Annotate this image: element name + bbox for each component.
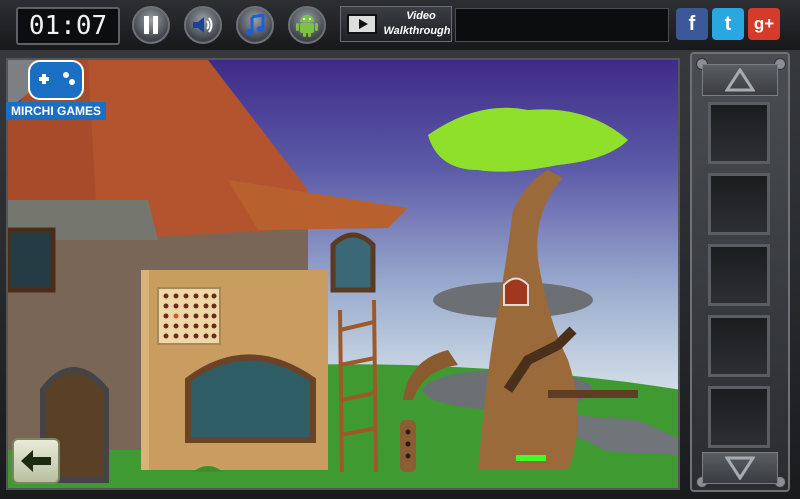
message-bar [455,8,669,42]
video-label: Video [406,10,436,22]
timer: 01:07 [16,7,120,45]
google-plus-button[interactable]: g+ [748,8,780,40]
inventory-slot-4[interactable] [708,315,770,377]
inventory-panel [690,52,790,492]
inventory-slot-3[interactable] [708,244,770,306]
tree-leaves [428,107,628,172]
music-button[interactable] [236,6,274,44]
inventory-slot-2[interactable] [708,173,770,235]
google-plus-icon: g+ [753,14,775,33]
music-note-icon [245,14,265,35]
pause-icon [144,16,158,34]
inventory-up-button[interactable] [702,64,778,96]
side-roof [228,180,408,230]
twitter-icon: t [724,12,732,35]
sound-button[interactable] [184,6,222,44]
arched-window [185,354,316,443]
top-bar: 01:07 Video Walkthrough f t g+ [0,0,800,50]
back-button[interactable] [12,438,60,484]
up-arrow-icon [724,67,756,92]
game-scene[interactable] [6,58,680,490]
inventory-slot-5[interactable] [708,386,770,448]
round-table [548,390,638,398]
inventory-down-button[interactable] [702,452,778,484]
android-icon [296,15,318,37]
house-pillar [141,270,149,470]
logo-text: MIRCHI GAMES [6,102,106,120]
walkthrough-label: Walkthrough [383,25,451,37]
tree-door [503,277,529,306]
down-arrow-icon [724,456,756,481]
gamepad-icon [28,60,84,100]
tree-trunk [478,170,578,470]
speaker-icon [193,17,213,33]
green-light [516,455,546,461]
tower-window [8,227,56,293]
film-play-icon [347,14,377,34]
mirchi-games-logo[interactable]: MIRCHI GAMES [6,58,106,120]
left-arrow-icon [21,450,51,472]
facebook-button[interactable]: f [676,8,708,40]
facebook-icon: f [688,12,696,35]
android-button[interactable] [288,6,326,44]
video-walkthrough-button[interactable]: Video Walkthrough [340,6,452,42]
twitter-button[interactable]: t [712,8,744,40]
scene-art [8,60,678,488]
pause-button[interactable] [132,6,170,44]
upper-window [330,232,376,293]
inventory-slot-1[interactable] [708,102,770,164]
